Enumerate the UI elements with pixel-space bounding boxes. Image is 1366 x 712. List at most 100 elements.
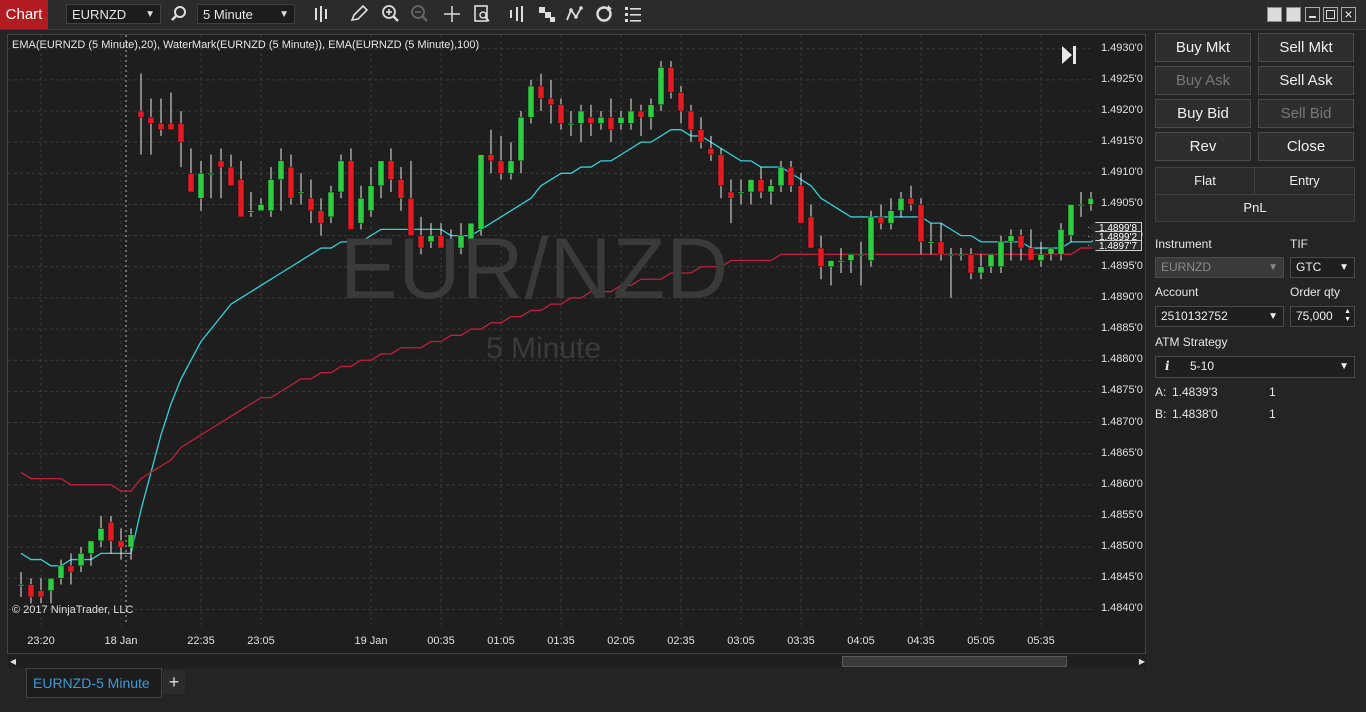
account-label: Account (1155, 285, 1199, 299)
candle-down (217, 160, 225, 168)
instrument-label: Instrument (1155, 237, 1212, 251)
scroll-to-end-icon[interactable] (1061, 44, 1077, 66)
instrument-selector[interactable]: EURNZD ▼ (66, 4, 161, 24)
properties-icon[interactable] (622, 4, 644, 24)
reverse-button[interactable]: Rev (1155, 132, 1251, 161)
app-title-tab[interactable]: Chart (0, 0, 48, 29)
bid-label: B: (1155, 407, 1167, 421)
crosshair-icon[interactable] (441, 4, 463, 24)
candle-down (807, 216, 815, 249)
bid-size: 1 (1269, 407, 1276, 421)
entry-button[interactable]: Entry (1254, 167, 1355, 195)
reload-icon[interactable] (593, 4, 615, 24)
scroll-right-icon[interactable]: ▶ (1137, 656, 1147, 667)
candle-up (337, 160, 345, 193)
candle-up (1057, 229, 1065, 255)
sell-ask-button[interactable]: Sell Ask (1258, 66, 1354, 95)
chevron-down-icon: ▼ (279, 9, 289, 20)
atm-strategy-label: ATM Strategy (1155, 335, 1228, 349)
tif-label: TIF (1290, 237, 1308, 251)
time-axis-label: 05:05 (967, 635, 995, 647)
candle-down (287, 166, 295, 199)
minimize-icon[interactable] (1305, 7, 1320, 22)
close-window-icon[interactable]: × (1341, 7, 1356, 22)
close-position-button[interactable]: Close (1258, 132, 1354, 161)
candle-up (827, 260, 835, 268)
time-axis-label: 00:35 (427, 635, 455, 647)
candle-down (757, 179, 765, 193)
price-axis-label: 1.4865'0 (1101, 446, 1143, 459)
search-icon[interactable] (168, 4, 190, 24)
time-axis-label: 22:35 (187, 635, 215, 647)
buy-market-button[interactable]: Buy Mkt (1155, 33, 1251, 62)
candle-down (1017, 235, 1025, 249)
restore-layout-icon[interactable] (1286, 7, 1301, 22)
price-axis-label: 1.4875'0 (1101, 384, 1143, 397)
candle-up (77, 553, 85, 567)
candle-down (557, 104, 565, 124)
buy-ask-button[interactable]: Buy Ask (1155, 66, 1251, 95)
bar-type-icon[interactable] (310, 4, 332, 24)
candle-up (527, 85, 535, 118)
buy-bid-button[interactable]: Buy Bid (1155, 99, 1251, 128)
zoom-out-icon[interactable] (408, 4, 430, 24)
tab-eurnzd-5-minute[interactable]: EURNZD-5 Minute (26, 668, 162, 698)
account-select[interactable]: 2510132752 ▼ (1155, 306, 1284, 327)
time-axis-label: 03:05 (727, 635, 755, 647)
candle-up (567, 123, 575, 126)
chart-toolbar: Chart EURNZD ▼ 5 Minute ▼ × (0, 0, 1366, 30)
order-instrument-select[interactable]: EURNZD ▼ (1155, 257, 1284, 278)
sell-market-button[interactable]: Sell Mkt (1258, 33, 1354, 62)
price-axis-label: 1.4870'0 (1101, 415, 1143, 428)
chart-scrollbar-thumb[interactable] (842, 656, 1067, 667)
candle-down (707, 148, 715, 155)
time-axis-label: 18 Jan (104, 635, 138, 647)
candle-down (147, 116, 155, 124)
maximize-icon[interactable] (1323, 7, 1338, 22)
price-chart[interactable] (8, 35, 1093, 625)
data-box-icon[interactable] (471, 4, 493, 24)
candle-up (647, 104, 655, 118)
candle-up (377, 160, 385, 187)
chart-trader-icon[interactable] (564, 4, 586, 24)
price-axis-label: 1.4925'0 (1101, 72, 1143, 85)
strategies-icon[interactable] (536, 4, 558, 24)
interval-selector[interactable]: 5 Minute ▼ (197, 4, 295, 24)
atm-strategy-select[interactable]: i 5-10 ▼ (1155, 356, 1355, 378)
price-axis-label: 1.4910'0 (1101, 166, 1143, 179)
drawing-pencil-icon[interactable] (348, 4, 370, 24)
candle-down (387, 160, 395, 180)
indicators-icon[interactable] (506, 4, 528, 24)
candle-down (397, 179, 405, 199)
order-qty-input[interactable]: 75,000 ▲ ▼ (1290, 306, 1355, 327)
add-tab-button[interactable]: + (163, 670, 185, 694)
candle-down (67, 565, 75, 573)
time-axis-label: 02:05 (607, 635, 635, 647)
candle-down (497, 160, 505, 174)
instrument-selector-value: EURNZD (72, 7, 127, 22)
pnl-display[interactable]: PnL (1155, 194, 1355, 222)
time-axis-label: 23:20 (27, 635, 55, 647)
candle-up (17, 584, 25, 587)
candle-up (297, 191, 305, 194)
price-axis-label: 1.4915'0 (1101, 135, 1143, 148)
time-axis-label: 02:35 (667, 635, 695, 647)
sell-bid-button[interactable]: Sell Bid (1258, 99, 1354, 128)
price-axis-label: 1.4845'0 (1101, 571, 1143, 584)
candle-up (47, 578, 55, 591)
zoom-in-icon[interactable] (379, 4, 401, 24)
account-value: 2510132752 (1161, 309, 1228, 323)
candle-up (197, 173, 205, 199)
price-axis-label: 1.4930'0 (1101, 41, 1143, 54)
scroll-left-icon[interactable]: ◀ (8, 656, 18, 667)
qty-spinner-icon[interactable]: ▲ ▼ (1344, 308, 1351, 324)
chevron-down-icon: ▼ (1268, 262, 1278, 273)
flat-button[interactable]: Flat (1155, 167, 1255, 195)
info-icon[interactable]: i (1165, 357, 1170, 376)
time-axis-label: 03:35 (787, 635, 815, 647)
candle-up (1047, 247, 1055, 255)
tif-select[interactable]: GTC ▼ (1290, 257, 1355, 278)
candle-up (1037, 254, 1045, 261)
chevron-down-icon: ▼ (1339, 361, 1349, 372)
tile-window-icon[interactable] (1267, 7, 1282, 22)
